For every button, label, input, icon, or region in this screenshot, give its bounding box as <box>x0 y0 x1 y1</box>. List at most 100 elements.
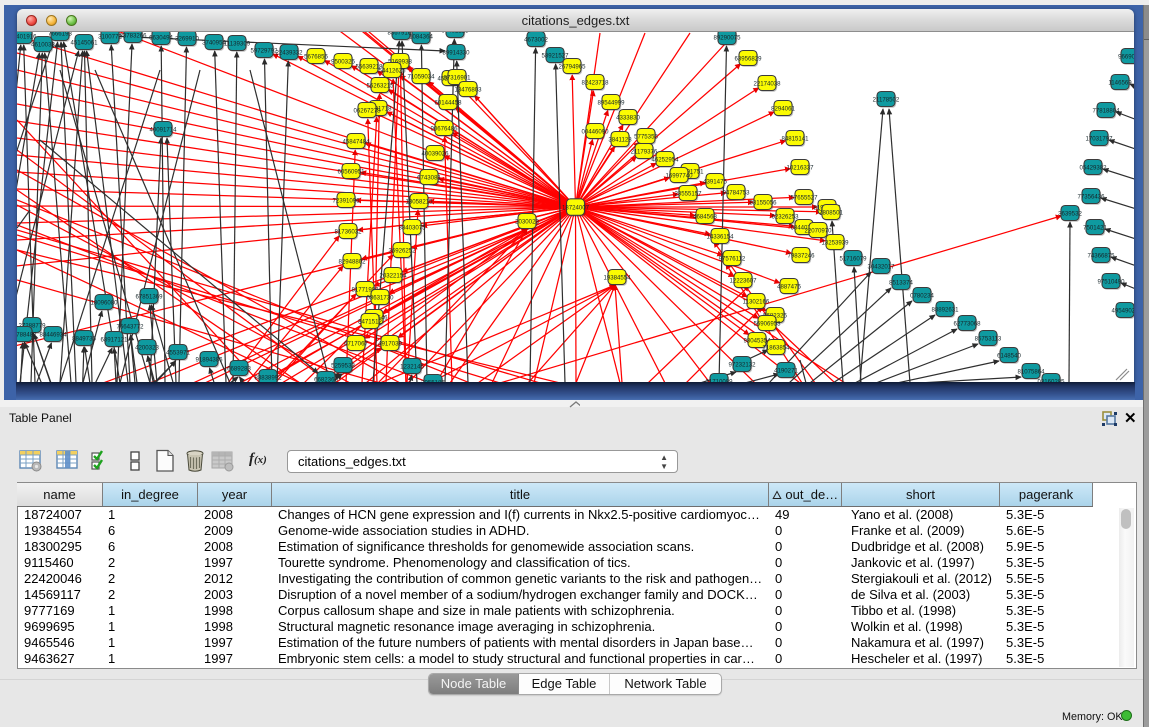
svg-text:81075864: 81075864 <box>1017 368 1045 375</box>
svg-text:4610033: 4610033 <box>31 41 55 48</box>
svg-text:51716079: 51716079 <box>839 255 867 262</box>
svg-text:81736032: 81736032 <box>334 228 362 235</box>
svg-text:58921527: 58921527 <box>541 52 569 59</box>
svg-text:4887476: 4887476 <box>777 283 801 290</box>
svg-text:40039026: 40039026 <box>421 150 449 157</box>
svg-text:18724007: 18724007 <box>562 204 590 211</box>
svg-text:8294061: 8294061 <box>771 105 795 112</box>
svg-text:85753113: 85753113 <box>975 335 1002 342</box>
svg-text:1232146: 1232146 <box>400 363 424 370</box>
svg-text:45145061: 45145061 <box>70 39 98 46</box>
svg-text:56906953: 56906953 <box>753 320 781 327</box>
svg-text:89914330: 89914330 <box>442 49 470 56</box>
svg-text:3740954: 3740954 <box>202 39 226 46</box>
svg-text:82948802: 82948802 <box>338 258 366 265</box>
svg-text:83838992: 83838992 <box>254 374 282 381</box>
svg-text:87316901: 87316901 <box>443 74 471 81</box>
svg-text:00446090: 00446090 <box>581 128 609 135</box>
svg-text:13058215: 13058215 <box>405 198 433 205</box>
svg-text:94784753: 94784753 <box>722 189 750 196</box>
svg-text:4684568: 4684568 <box>693 213 717 220</box>
svg-text:18096080: 18096080 <box>90 299 118 306</box>
svg-text:10216337: 10216337 <box>786 164 814 171</box>
svg-text:67851369: 67851369 <box>135 293 163 300</box>
svg-text:77818804: 77818804 <box>1092 107 1120 114</box>
svg-text:06267278: 06267278 <box>353 107 381 114</box>
svg-text:1084364: 1084364 <box>409 33 433 40</box>
svg-text:76643772: 76643772 <box>116 323 144 330</box>
svg-text:97482123: 97482123 <box>441 32 469 34</box>
svg-text:9669091: 9669091 <box>1118 53 1134 60</box>
svg-text:30432017: 30432017 <box>867 263 895 270</box>
svg-text:46252954: 46252954 <box>651 156 679 163</box>
svg-text:05429382: 05429382 <box>1079 164 1107 171</box>
svg-text:45847484: 45847484 <box>342 138 370 145</box>
svg-text:72391096: 72391096 <box>332 197 360 204</box>
svg-text:9500326: 9500326 <box>331 58 355 65</box>
svg-text:59729792: 59729792 <box>250 47 278 54</box>
svg-text:22439332: 22439332 <box>275 49 303 56</box>
svg-text:6630494: 6630494 <box>149 34 173 41</box>
svg-text:7666193: 7666193 <box>48 32 72 37</box>
svg-text:91894386: 91894386 <box>195 356 223 363</box>
svg-text:89544999: 89544999 <box>597 99 625 106</box>
svg-text:68917121: 68917121 <box>100 336 128 343</box>
svg-text:2030023: 2030023 <box>515 218 539 225</box>
svg-text:88403075: 88403075 <box>398 224 426 231</box>
svg-text:83783266: 83783266 <box>119 32 147 39</box>
svg-text:03160285: 03160285 <box>1037 378 1065 382</box>
svg-text:79837246: 79837246 <box>787 252 815 259</box>
svg-text:4917039: 4917039 <box>378 340 402 347</box>
svg-text:11302166: 11302166 <box>743 298 770 305</box>
svg-text:5775355: 5775355 <box>634 133 658 140</box>
svg-text:88446934: 88446934 <box>39 331 67 338</box>
svg-text:21179376: 21179376 <box>631 148 658 155</box>
svg-text:57655527: 57655527 <box>790 194 818 201</box>
svg-text:17031797: 17031797 <box>1085 135 1113 142</box>
svg-text:49549026: 49549026 <box>1111 307 1134 314</box>
svg-text:21178502: 21178502 <box>873 96 900 103</box>
svg-text:6689283: 6689283 <box>227 365 251 372</box>
svg-text:62773068: 62773068 <box>953 320 981 327</box>
svg-text:8849736: 8849736 <box>72 335 96 342</box>
svg-text:0780234: 0780234 <box>910 292 934 299</box>
svg-text:60144458: 60144458 <box>434 99 462 106</box>
svg-text:7501421: 7501421 <box>1083 224 1107 231</box>
svg-text:62326253: 62326253 <box>771 213 799 220</box>
svg-text:88892631: 88892631 <box>931 306 959 313</box>
svg-text:3841128: 3841128 <box>608 136 632 143</box>
svg-text:97510490: 97510490 <box>1097 278 1125 285</box>
svg-text:71863854: 71863854 <box>762 344 790 351</box>
svg-text:1146569: 1146569 <box>1108 79 1132 86</box>
svg-text:3269910: 3269910 <box>175 35 199 42</box>
svg-text:11139309: 11139309 <box>224 40 251 47</box>
svg-text:36926252: 36926252 <box>388 247 416 254</box>
svg-text:60560951: 60560951 <box>337 168 365 175</box>
svg-text:26794965: 26794965 <box>558 63 586 70</box>
svg-text:5259533: 5259533 <box>331 362 355 369</box>
svg-text:4553971: 4553971 <box>166 349 190 356</box>
svg-text:56263215: 56263215 <box>366 82 394 89</box>
svg-text:74366875: 74366875 <box>1087 252 1115 259</box>
svg-text:20322154: 20322154 <box>379 272 407 279</box>
svg-text:3955185: 3955185 <box>421 379 445 382</box>
svg-text:5676856: 5676856 <box>304 53 328 60</box>
svg-text:13253939: 13253939 <box>821 239 849 246</box>
svg-text:97576112: 97576112 <box>719 255 746 262</box>
svg-text:4200323: 4200323 <box>135 344 159 351</box>
svg-text:14336154: 14336154 <box>706 233 734 240</box>
svg-text:31710089: 31710089 <box>705 378 733 382</box>
svg-text:90676486: 90676486 <box>430 125 458 132</box>
svg-text:84815141: 84815141 <box>781 135 809 142</box>
svg-text:22174038: 22174038 <box>753 80 781 87</box>
svg-text:54412625: 54412625 <box>378 67 406 74</box>
svg-text:83155056: 83155056 <box>749 199 777 206</box>
svg-text:4391475: 4391475 <box>703 178 727 185</box>
svg-text:03631730: 03631730 <box>366 294 394 301</box>
svg-text:7808501: 7808501 <box>819 209 843 216</box>
svg-text:97232132: 97232132 <box>728 361 756 368</box>
svg-text:89290075: 89290075 <box>713 34 741 41</box>
svg-text:6148540: 6148540 <box>997 352 1021 359</box>
svg-text:4673002: 4673002 <box>524 36 548 43</box>
svg-text:4333830: 4333830 <box>616 114 640 121</box>
